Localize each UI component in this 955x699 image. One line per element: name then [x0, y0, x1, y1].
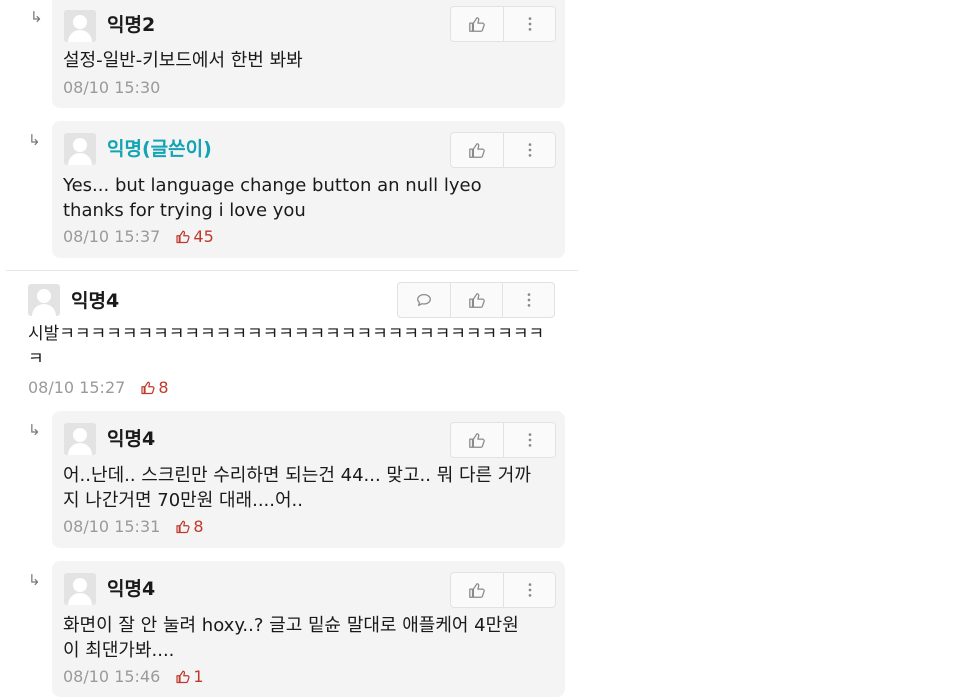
more-button[interactable]: [503, 133, 555, 167]
comment-text-line: 지 나간거면 70만원 대래....어..: [63, 490, 303, 511]
comment-text-line: 이 최댄가봐....: [63, 640, 175, 661]
comment-author[interactable]: 익명2: [107, 14, 155, 36]
like-button[interactable]: [451, 423, 503, 457]
comment-actions: [450, 422, 556, 458]
more-vertical-icon: [528, 143, 531, 157]
more-vertical-icon: [528, 583, 531, 597]
like-count: 8: [175, 517, 204, 536]
avatar[interactable]: [64, 10, 96, 42]
like-button[interactable]: [451, 573, 503, 607]
comment-text-line: ㅋ: [28, 349, 44, 369]
thumbs-up-icon: [176, 230, 191, 244]
comment-text-line: 어..난데.. 스크린만 수리하면 되는건 44... 맞고.. 뭐 다른 거까: [63, 465, 531, 486]
thumbs-up-icon: [468, 293, 485, 308]
comment-divider: [6, 270, 578, 271]
avatar[interactable]: [64, 423, 96, 455]
reply-comment: 익명2 설정-일반-키보드에서 한번 봐봐 08/10 15:30: [52, 0, 565, 108]
like-count-value: 45: [193, 227, 214, 246]
thumbs-up-icon: [469, 17, 485, 32]
comment-text-line: 화면이 잘 안 눌려 hoxy..? 글고 밑슌 말대로 애플케어 4만원: [63, 615, 519, 636]
comment-text: Yes... but language change button an nul…: [63, 173, 482, 223]
more-button[interactable]: [503, 423, 555, 457]
thumbs-up-icon: [469, 433, 485, 448]
comment-time: 08/10 15:27: [28, 378, 126, 397]
thumbs-up-icon: [176, 520, 191, 534]
reply-comment: 익명4 어..난데.. 스크린만 수리하면 되는건 44... 맞고.. 뭐 다…: [52, 411, 565, 548]
comment-text: 화면이 잘 안 눌려 hoxy..? 글고 밑슌 말대로 애플케어 4만원 이 …: [63, 613, 519, 663]
reply-arrow-icon: ↳: [28, 571, 41, 589]
reply-arrow-icon: ↳: [28, 421, 41, 439]
like-count-value: 8: [193, 517, 204, 536]
comment-time: 08/10 15:30: [63, 78, 161, 97]
more-vertical-icon: [528, 17, 531, 31]
avatar[interactable]: [64, 133, 96, 165]
comment-text: 어..난데.. 스크린만 수리하면 되는건 44... 맞고.. 뭐 다른 거까…: [63, 463, 531, 513]
comment-feed: ↳ 익명2 설정-일반-키보드에서 한번 봐봐 08/10 15:30 ↳ 익명…: [0, 0, 580, 699]
comment-time: 08/10 15:37: [63, 227, 161, 246]
comment-actions: [450, 6, 556, 42]
comment-time: 08/10 15:46: [63, 667, 161, 686]
comment-text-line: 시발ㅋㅋㅋㅋㅋㅋㅋㅋㅋㅋㅋㅋㅋㅋㅋㅋㅋㅋㅋㅋㅋㅋㅋㅋㅋㅋㅋㅋㅋㅋㅋ: [28, 324, 545, 344]
comment-text-line: 설정-일반-키보드에서 한번 봐봐: [63, 50, 303, 71]
comment-author[interactable]: 익명(글쓴이): [107, 138, 212, 160]
comment-time: 08/10 15:31: [63, 517, 161, 536]
top-level-comment: 익명4 시발ㅋㅋㅋㅋㅋㅋㅋㅋㅋㅋㅋㅋㅋㅋㅋㅋㅋㅋㅋㅋㅋㅋㅋㅋㅋㅋㅋㅋㅋㅋㅋ ㅋ …: [26, 281, 566, 401]
comment-actions: [450, 132, 556, 168]
more-vertical-icon: [527, 293, 530, 307]
thumbs-up-icon: [141, 381, 156, 395]
comment-author[interactable]: 익명4: [71, 290, 119, 312]
comment-text-line: Yes... but language change button an nul…: [63, 175, 482, 196]
like-button[interactable]: [451, 7, 503, 41]
reply-arrow-icon: ↳: [30, 8, 43, 26]
comment-author[interactable]: 익명4: [107, 428, 155, 450]
thumbs-up-icon: [469, 143, 485, 158]
like-count: 8: [140, 378, 169, 397]
more-vertical-icon: [528, 433, 531, 447]
like-count: 1: [175, 667, 204, 686]
comment-text: 시발ㅋㅋㅋㅋㅋㅋㅋㅋㅋㅋㅋㅋㅋㅋㅋㅋㅋㅋㅋㅋㅋㅋㅋㅋㅋㅋㅋㅋㅋㅋㅋ ㅋ: [28, 322, 544, 372]
like-count: 45: [175, 227, 214, 246]
comment-meta: 08/10 15:37 45: [63, 227, 214, 247]
like-button[interactable]: [450, 283, 502, 317]
like-count-value: 1: [193, 667, 204, 686]
more-button[interactable]: [502, 283, 554, 317]
thumbs-up-icon: [176, 670, 191, 684]
avatar[interactable]: [28, 284, 60, 316]
reply-comment: 익명4 화면이 잘 안 눌려 hoxy..? 글고 밑슌 말대로 애플케어 4만…: [52, 561, 565, 697]
comment-meta: 08/10 15:46 1: [63, 667, 204, 687]
comment-author[interactable]: 익명4: [107, 578, 155, 600]
thumbs-up-icon: [469, 583, 485, 598]
comment-text: 설정-일반-키보드에서 한번 봐봐: [63, 48, 303, 73]
comment-actions: [397, 282, 555, 318]
comment-meta: 08/10 15:30: [63, 78, 160, 98]
comment-actions: [450, 572, 556, 608]
avatar[interactable]: [64, 573, 96, 605]
like-button[interactable]: [451, 133, 503, 167]
more-button[interactable]: [503, 573, 555, 607]
comment-text-line: thanks for trying i love you: [63, 200, 306, 221]
comment-meta: 08/10 15:31 8: [63, 517, 204, 537]
reply-arrow-icon: ↳: [28, 131, 41, 149]
reply-button[interactable]: [398, 283, 450, 317]
reply-comment: 익명(글쓴이) Yes... but language change butto…: [52, 121, 565, 258]
more-button[interactable]: [503, 7, 555, 41]
comment-icon: [417, 293, 431, 307]
comment-meta: 08/10 15:27 8: [28, 378, 169, 398]
like-count-value: 8: [158, 378, 169, 397]
